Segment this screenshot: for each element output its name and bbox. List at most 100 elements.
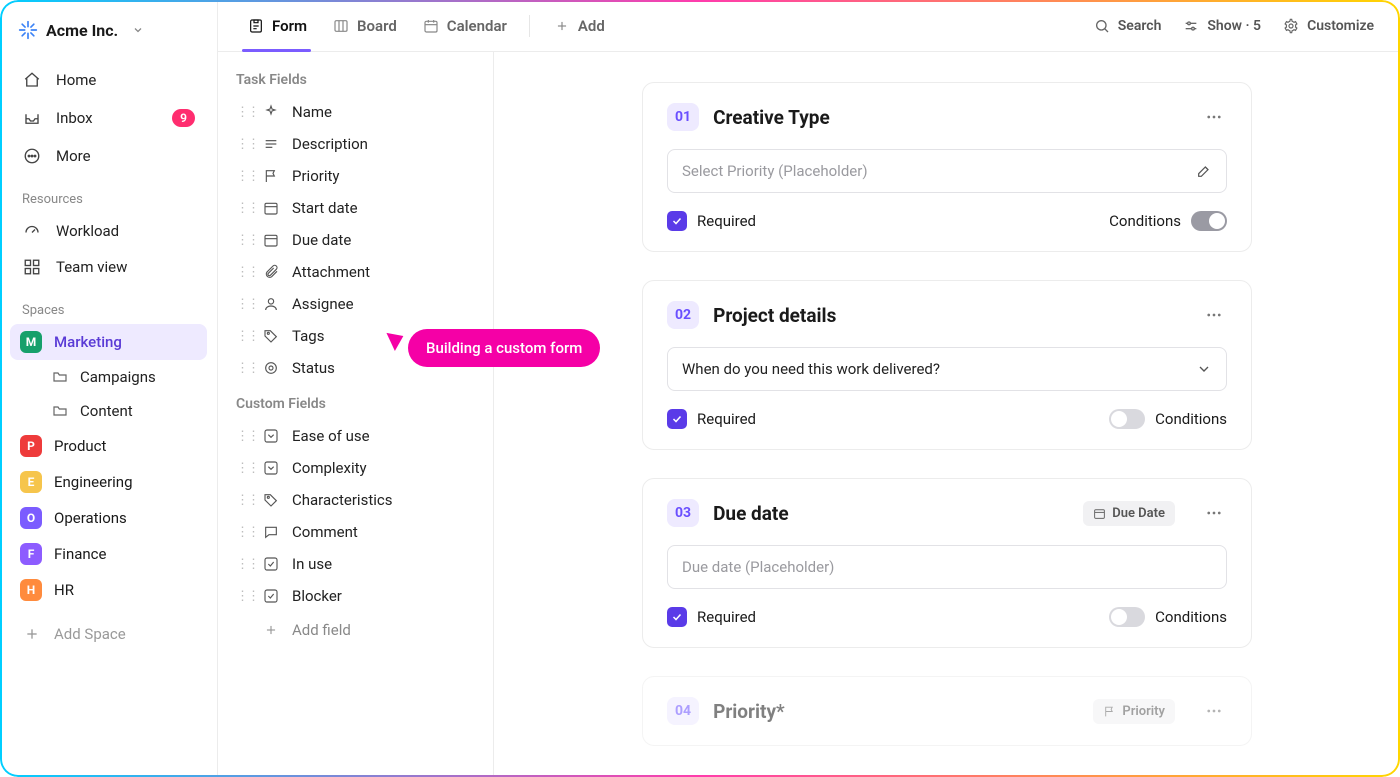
user-icon [262,295,280,313]
tag-icon [262,327,280,345]
tab-add[interactable]: Add [542,0,615,52]
space-label: Operations [54,509,127,527]
field-characteristics[interactable]: ⋮⋮ Characteristics [226,484,485,516]
lines-icon [262,135,280,153]
checkbox-icon [262,555,280,573]
space-marketing[interactable]: M Marketing [10,324,207,360]
space-finance[interactable]: F Finance [10,536,207,572]
subspace-content[interactable]: Content [10,394,207,428]
customize-button[interactable]: Customize [1273,10,1382,42]
space-avatar: H [20,579,42,601]
nav-workload-label: Workload [56,222,119,240]
nav-home[interactable]: Home [10,62,207,98]
space-avatar: F [20,543,42,565]
folder-icon [50,401,70,421]
tab-form[interactable]: Form [236,0,317,52]
drag-icon: ⋮⋮ [236,361,250,376]
add-field-button[interactable]: ⋮⋮ Add field [226,612,485,648]
drag-icon: ⋮⋮ [236,461,250,476]
workspace-switcher[interactable]: Acme Inc. [10,14,207,46]
tab-add-label: Add [578,17,605,35]
show-button[interactable]: Show · 5 [1173,10,1269,42]
field-ease[interactable]: ⋮⋮Ease of use [226,420,485,452]
required-label: Required [697,608,756,626]
field-complexity[interactable]: ⋮⋮Complexity [226,452,485,484]
form-canvas: 01 Creative Type Select Priority (Placeh… [494,52,1400,777]
tab-board[interactable]: Board [321,0,407,52]
nav-inbox[interactable]: Inbox 9 [10,100,207,136]
placeholder-text: Due date (Placeholder) [682,558,834,576]
add-space-button[interactable]: Add Space [10,614,207,654]
target-icon [262,359,280,377]
due-date-input[interactable]: Due date (Placeholder) [667,545,1227,589]
checkbox-icon [262,587,280,605]
field-attachment[interactable]: ⋮⋮Attachment [226,256,485,288]
tab-calendar[interactable]: Calendar [411,0,517,52]
field-inuse[interactable]: ⋮⋮In use [226,548,485,580]
field-priority[interactable]: ⋮⋮Priority [226,160,485,192]
field-startdate[interactable]: ⋮⋮Start date [226,192,485,224]
conditions-toggle[interactable] [1109,607,1145,627]
conditions-toggle[interactable] [1191,211,1227,231]
conditions-toggle[interactable] [1109,409,1145,429]
card-more-button[interactable] [1201,104,1227,130]
card-number: 04 [667,697,699,725]
tag-icon [262,491,280,509]
field-duedate[interactable]: ⋮⋮Due date [226,224,485,256]
field-label: Due date [292,231,351,249]
field-blocker[interactable]: ⋮⋮Blocker [226,580,485,612]
drag-icon: ⋮⋮ [236,493,250,508]
inbox-icon [22,108,42,128]
required-label: Required [697,212,756,230]
home-icon [22,70,42,90]
inbox-badge: 9 [172,109,195,127]
calendar-icon [262,199,280,217]
nav-workload[interactable]: Workload [10,213,207,249]
drag-icon: ⋮⋮ [236,105,250,120]
priority-select[interactable]: Select Priority (Placeholder) [667,149,1227,193]
search-button[interactable]: Search [1084,10,1170,42]
space-avatar: P [20,435,42,457]
select-icon [262,459,280,477]
space-hr[interactable]: H HR [10,572,207,608]
search-label: Search [1118,18,1162,34]
card-more-button[interactable] [1201,698,1227,724]
nav-more-label: More [56,147,91,165]
add-space-label: Add Space [54,625,126,643]
field-comment[interactable]: ⋮⋮Comment [226,516,485,548]
required-checkbox[interactable] [667,409,687,429]
edit-icon[interactable] [1196,163,1212,179]
card-title: Project details [713,304,1187,327]
field-name[interactable]: ⋮⋮Name [226,96,485,128]
required-checkbox[interactable] [667,607,687,627]
cursor-icon [386,327,407,351]
group-task-fields: Task Fields [226,70,485,96]
nav-teamview[interactable]: Team view [10,249,207,285]
chevron-down-icon [128,20,148,40]
conditions-label: Conditions [1155,410,1227,428]
space-product[interactable]: P Product [10,428,207,464]
space-avatar: E [20,471,42,493]
subspace-campaigns[interactable]: Campaigns [10,360,207,394]
select-icon [262,427,280,445]
project-details-select[interactable]: When do you need this work delivered? [667,347,1227,391]
card-more-button[interactable] [1201,302,1227,328]
tab-form-label: Form [272,17,307,35]
space-avatar: M [20,331,42,353]
drag-icon: ⋮⋮ [236,329,250,344]
space-operations[interactable]: O Operations [10,500,207,536]
section-spaces: Spaces [10,285,207,324]
drag-icon: ⋮⋮ [236,201,250,216]
required-label: Required [697,410,756,428]
tab-board-label: Board [357,17,397,35]
required-checkbox[interactable] [667,211,687,231]
card-more-button[interactable] [1201,500,1227,526]
nav-more[interactable]: More [10,138,207,174]
field-description[interactable]: ⋮⋮Description [226,128,485,160]
space-engineering[interactable]: E Engineering [10,464,207,500]
fields-panel: Task Fields ⋮⋮Name ⋮⋮Description ⋮⋮Prior… [218,52,494,777]
chevron-down-icon [1196,361,1212,377]
sparkle-icon [262,103,280,121]
field-label: Description [292,135,368,153]
field-label: Characteristics [292,491,392,509]
